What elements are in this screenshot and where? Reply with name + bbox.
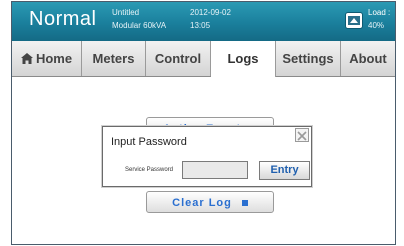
load-value: 40% (368, 21, 385, 30)
date-display: 2012-09-02 (190, 8, 231, 17)
tab-about-label: About (349, 51, 387, 66)
close-icon[interactable] (295, 128, 309, 142)
tab-control-label: Control (154, 51, 202, 66)
device-name: Untitled (112, 8, 140, 17)
tab-about[interactable]: About (341, 41, 395, 76)
load-indicator-icon (345, 12, 363, 29)
clear-log-button[interactable]: Clear Log (146, 191, 274, 213)
tab-settings[interactable]: Settings (276, 41, 341, 76)
lock-icon (241, 200, 248, 206)
tab-meters[interactable]: Meters (82, 41, 146, 76)
service-password-label: Service Password (125, 167, 174, 173)
tab-home[interactable]: Home (12, 41, 82, 76)
password-dialog: Input Password Service Password Entry (102, 126, 312, 187)
tab-control[interactable]: Control (146, 41, 211, 76)
load-label: Load : (368, 8, 391, 17)
time-display: 13:05 (190, 21, 211, 30)
entry-button[interactable]: Entry (259, 161, 310, 180)
tab-home-label: Home (35, 51, 73, 66)
main-tab-bar: Home Meters Control Logs Settings About (12, 41, 395, 77)
tab-logs-label: Logs (227, 51, 259, 66)
tab-meters-label: Meters (92, 51, 135, 66)
app-window: Normal Untitled Modular 60kVA 2012-09-02… (11, 1, 396, 245)
tab-settings-label: Settings (282, 51, 334, 66)
status-header: Normal Untitled Modular 60kVA 2012-09-02… (12, 2, 395, 41)
device-model: Modular 60kVA (112, 21, 167, 30)
ups-mode: Normal (29, 8, 97, 30)
service-password-input[interactable] (182, 161, 248, 179)
dialog-title: Input Password (111, 136, 187, 148)
home-icon (20, 42, 33, 64)
logs-panel: Active Event Clear Log Input Password Se… (12, 77, 395, 244)
clear-log-label: Clear Log (172, 197, 232, 209)
tab-logs[interactable]: Logs (211, 41, 276, 77)
